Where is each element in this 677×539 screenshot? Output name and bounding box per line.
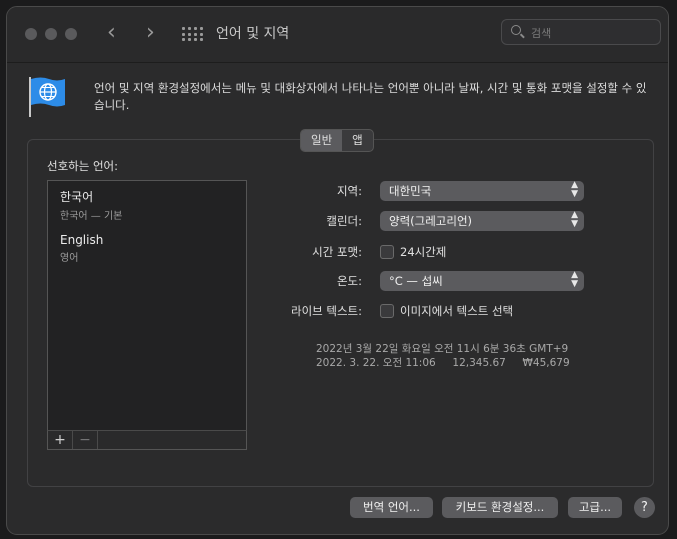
updown-chevron-icon: ▲ ▼ <box>571 180 578 199</box>
list-item[interactable]: 한국어 한국어 — 기본 <box>60 188 122 222</box>
remove-language-button[interactable]: − <box>73 431 98 449</box>
zoom-window-button[interactable] <box>65 28 77 40</box>
list-toolbar: + − <box>47 430 247 450</box>
list-item[interactable]: English 영어 <box>60 233 103 264</box>
live-text-label: 라이브 텍스트: <box>290 304 362 318</box>
preferred-languages-label: 선호하는 언어: <box>47 159 119 173</box>
advanced-button[interactable]: 고급... <box>568 497 622 518</box>
window-title: 언어 및 지역 <box>216 26 290 42</box>
calendar-value: 양력(그레고리언) <box>389 214 473 228</box>
calendar-popup[interactable]: 양력(그레고리언) ▲ ▼ <box>380 211 584 231</box>
language-name: English <box>60 233 104 247</box>
live-text-checkbox-label: 이미지에서 텍스트 선택 <box>400 304 514 318</box>
24-hour-checkbox-label: 24시간제 <box>400 245 447 259</box>
help-button[interactable]: ? <box>634 497 655 518</box>
description-text: 언어 및 지역 환경설정에서는 메뉴 및 대화상자에서 나타나는 언어뿐 아니라… <box>94 81 647 112</box>
language-name: 한국어 <box>60 190 94 204</box>
minimize-window-button[interactable] <box>45 28 57 40</box>
temperature-value: °C — 섭씨 <box>389 274 443 288</box>
updown-chevron-icon: ▲ ▼ <box>571 210 578 229</box>
temperature-popup[interactable]: °C — 섭씨 ▲ ▼ <box>380 271 584 291</box>
time-format-label: 시간 포맷: <box>312 245 362 259</box>
forward-chevron-icon[interactable]: › <box>146 20 155 46</box>
temperature-label: 온도: <box>336 274 362 288</box>
show-all-grid-icon[interactable] <box>182 27 203 43</box>
keyboard-preferences-button[interactable]: 키보드 환경설정... <box>442 497 558 518</box>
search-placeholder: 검색 <box>531 27 552 40</box>
title-bar: ‹ › 언어 및 지역 검색 <box>7 7 668 63</box>
tab-general[interactable]: 일반 <box>301 130 343 151</box>
region-value: 대한민국 <box>389 184 432 198</box>
close-window-button[interactable] <box>25 28 37 40</box>
number-format-sample: 2022. 3. 22. 오전 11:06 12,345.67 ₩45,679 <box>316 357 570 369</box>
region-label: 지역: <box>336 184 362 198</box>
flag-globe-icon <box>29 77 65 117</box>
region-popup[interactable]: 대한민국 ▲ ▼ <box>380 181 584 201</box>
language-subtitle: 한국어 — 기본 <box>60 211 123 222</box>
search-icon <box>511 25 521 35</box>
translation-language-button[interactable]: 번역 언어... <box>350 497 433 518</box>
tab-apps[interactable]: 앱 <box>342 130 373 151</box>
preferences-window: ‹ › 언어 및 지역 검색 언어 및 지역 환경설정에서는 메뉴 및 대화상자… <box>6 6 669 535</box>
back-chevron-icon[interactable]: ‹ <box>107 20 116 46</box>
date-format-sample: 2022년 3월 22일 화요일 오전 11시 6분 36초 GMT+9 <box>316 343 569 355</box>
updown-chevron-icon: ▲ ▼ <box>571 270 578 289</box>
tab-segmented-control: 일반 앱 <box>300 129 374 152</box>
add-language-button[interactable]: + <box>48 431 73 449</box>
live-text-checkbox[interactable] <box>380 304 394 318</box>
language-list[interactable]: 한국어 한국어 — 기본 English 영어 <box>47 180 247 450</box>
language-subtitle: 영어 <box>60 253 79 264</box>
search-field[interactable]: 검색 <box>501 19 661 45</box>
calendar-label: 캘린더: <box>326 214 362 228</box>
24-hour-checkbox[interactable] <box>380 245 394 259</box>
